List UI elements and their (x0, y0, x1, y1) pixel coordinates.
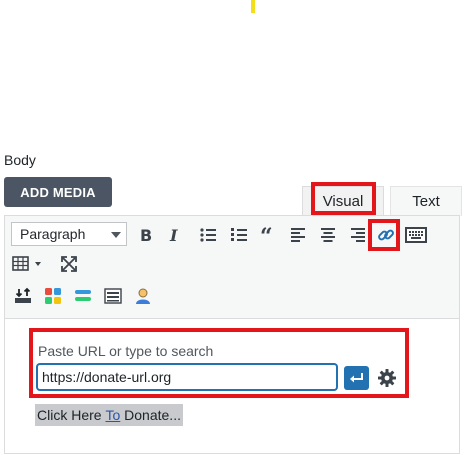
add-media-button[interactable]: ADD MEDIA (4, 177, 112, 207)
editor-toolbar: Paragraph B I “ (5, 216, 459, 319)
yellow-marker (251, 0, 255, 13)
numbered-list-button[interactable] (226, 222, 252, 248)
italic-button[interactable]: I (161, 222, 187, 248)
align-left-icon (291, 228, 305, 242)
bold-icon: B (140, 226, 152, 245)
tab-text[interactable]: Text (390, 186, 462, 216)
user-button[interactable] (130, 283, 156, 309)
url-input[interactable] (37, 364, 337, 390)
layers-button[interactable] (70, 283, 96, 309)
toolbar-toggle-button[interactable] (403, 222, 429, 248)
bulleted-list-icon (200, 228, 216, 242)
gear-icon (378, 369, 396, 387)
link-dialog: Paste URL or type to search (32, 335, 406, 395)
layers-icon (75, 290, 91, 301)
columns-icon (104, 288, 122, 304)
align-left-button[interactable] (285, 222, 311, 248)
chevron-down-icon (111, 232, 121, 238)
fullscreen-button[interactable] (56, 251, 82, 277)
bulleted-list-button[interactable] (195, 222, 221, 248)
insert-download-button[interactable] (10, 283, 36, 309)
link-text-pre: Click Here (37, 407, 106, 423)
toolbar-toggle-icon (405, 227, 427, 243)
format-select[interactable]: Paragraph (11, 222, 127, 246)
blockquote-icon: “ (260, 225, 273, 245)
link-hint: Paste URL or type to search (38, 343, 214, 359)
svg-text:B: B (140, 226, 152, 245)
selected-link-text[interactable]: Click Here To Donate... (35, 404, 183, 426)
table-icon (12, 256, 41, 271)
enter-arrow-icon (349, 373, 363, 383)
insert-link-button[interactable] (373, 222, 399, 248)
svg-text:I: I (169, 226, 178, 245)
table-button[interactable] (9, 251, 49, 277)
editor: Paragraph B I “ Paste URL or type to sea… (4, 215, 460, 454)
editor-content[interactable]: Paste URL or type to search https://dona… (5, 319, 459, 453)
align-center-icon (321, 228, 335, 242)
align-right-icon (351, 228, 365, 242)
apply-link-button[interactable] (344, 366, 369, 390)
user-icon (136, 288, 150, 304)
insert-download-icon (15, 287, 31, 303)
italic-icon: I (169, 226, 178, 245)
fullscreen-icon (61, 256, 77, 272)
bold-button[interactable]: B (132, 222, 158, 248)
color-blocks-icon (45, 288, 61, 304)
align-right-button[interactable] (345, 222, 371, 248)
field-label-body: Body (4, 152, 36, 168)
link-settings-button[interactable] (376, 366, 398, 390)
color-blocks-button[interactable] (40, 283, 66, 309)
blockquote-button[interactable]: “ (256, 222, 282, 248)
insert-link-icon (378, 229, 394, 241)
columns-button[interactable] (100, 283, 126, 309)
link-text-underlined: To (105, 407, 121, 423)
numbered-list-icon (231, 228, 247, 241)
tab-visual[interactable]: Visual (302, 186, 384, 216)
format-select-value: Paragraph (20, 226, 86, 242)
svg-text:“: “ (260, 225, 273, 245)
link-text-post: Donate... (120, 407, 181, 423)
align-center-button[interactable] (315, 222, 341, 248)
